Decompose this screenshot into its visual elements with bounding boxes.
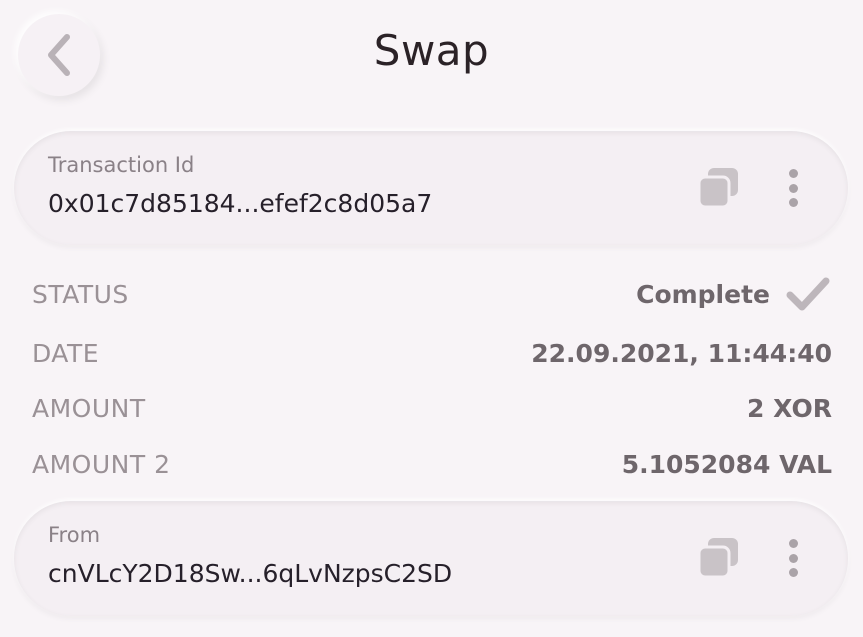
status-value: Complete	[636, 274, 832, 314]
detail-row-amount-2: AMOUNT 2 5.1052084 VAL	[32, 444, 832, 484]
more-dot	[788, 198, 798, 207]
copy-from-address-button[interactable]	[697, 536, 741, 580]
detail-row-date: DATE 22.09.2021, 11:44:40	[32, 333, 832, 373]
transaction-more-button[interactable]	[784, 165, 802, 211]
from-label: From	[48, 523, 101, 547]
detail-label: DATE	[32, 338, 100, 368]
amount-value: 2 XOR	[747, 393, 832, 423]
transaction-id-label: Transaction Id	[48, 153, 195, 177]
more-dot	[788, 568, 798, 577]
copy-transaction-id-button[interactable]	[697, 166, 741, 210]
from-address-card: From cnVLcY2D18Sw...6qLvNzpsC2SD	[14, 501, 848, 616]
from-more-button[interactable]	[784, 535, 802, 581]
check-icon	[786, 277, 830, 311]
swap-details-screen: Swap Transaction Id 0x01c7d85184...efef2…	[0, 0, 863, 637]
transaction-id-card: Transaction Id 0x01c7d85184...efef2c8d05…	[14, 131, 848, 245]
detail-label: AMOUNT 2	[32, 449, 171, 479]
detail-row-amount: AMOUNT 2 XOR	[32, 388, 832, 428]
more-vertical-icon	[788, 539, 798, 548]
copy-icon	[697, 168, 738, 209]
date-value: 22.09.2021, 11:44:40	[531, 338, 832, 368]
amount-2-value: 5.1052084 VAL	[621, 449, 832, 479]
page-title: Swap	[373, 26, 490, 75]
detail-label: AMOUNT	[32, 393, 146, 423]
more-vertical-icon	[788, 169, 798, 178]
transaction-id-value: 0x01c7d85184...efef2c8d05a7	[48, 189, 433, 218]
detail-label: STATUS	[32, 279, 129, 309]
from-address-value: cnVLcY2D18Sw...6qLvNzpsC2SD	[48, 559, 453, 588]
status-text: Complete	[636, 279, 770, 309]
detail-row-status: STATUS Complete	[32, 274, 832, 314]
more-dot	[788, 183, 798, 193]
more-dot	[788, 553, 798, 563]
copy-icon	[697, 538, 738, 579]
